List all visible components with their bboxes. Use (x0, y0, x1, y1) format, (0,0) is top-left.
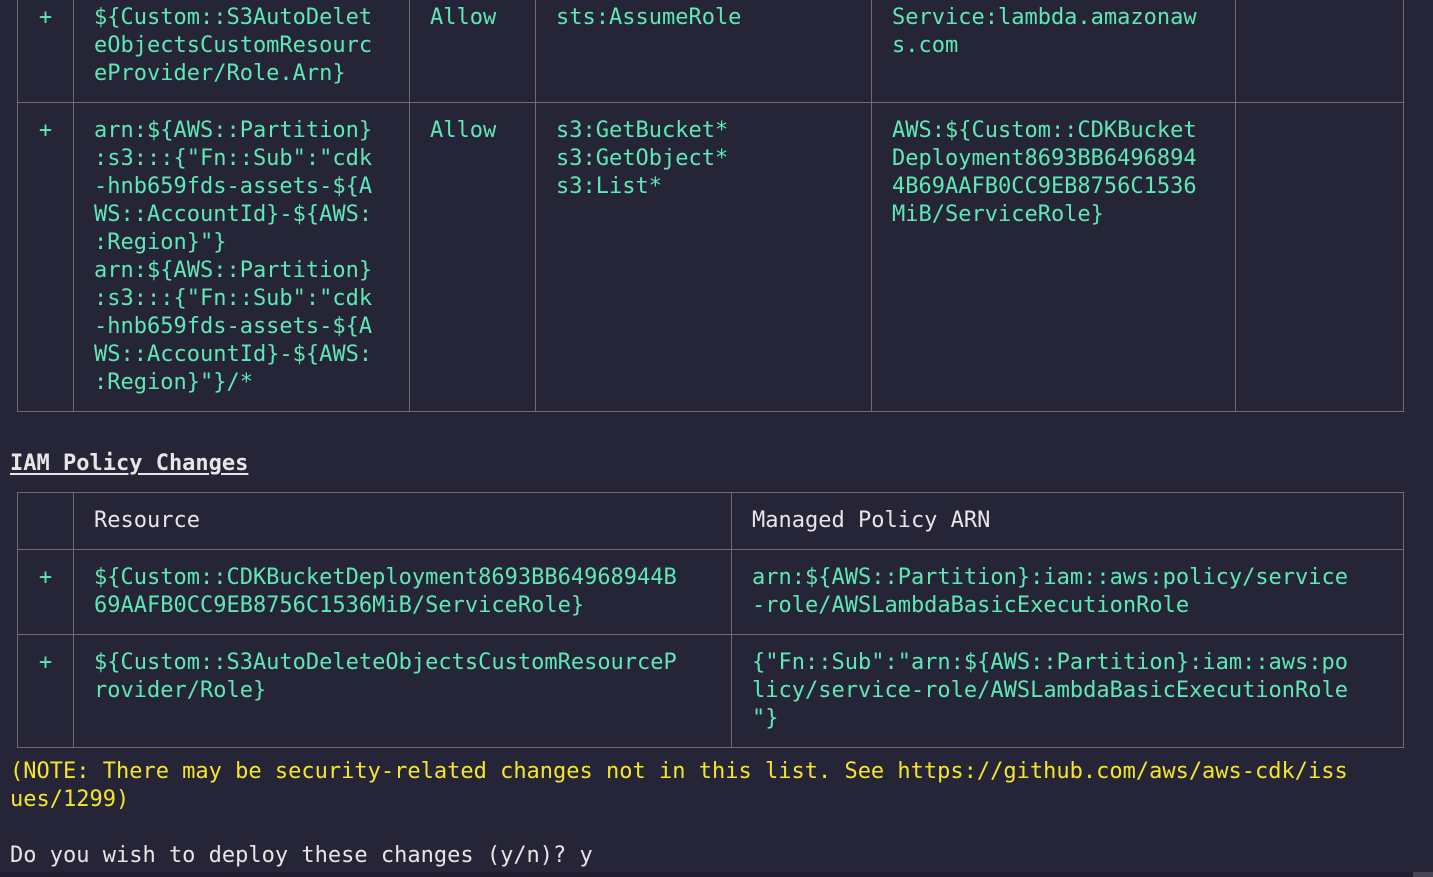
table-header-row: Resource Managed Policy ARN (17, 492, 1404, 550)
prompt-question: Do you wish to deploy these changes (y/n… (10, 843, 580, 868)
header-managed-policy-arn: Managed Policy ARN (731, 492, 1404, 550)
added-sign: + (17, 634, 74, 748)
managed-policy-arn-cell: arn:${AWS::Partition}:iam::aws:policy/se… (731, 549, 1404, 635)
effect-cell: Allow (409, 0, 536, 103)
resource-cell: ${Custom::S3AutoDelet eObjectsCustomReso… (73, 0, 410, 103)
table-row: + ${Custom::S3AutoDelet eObjectsCustomRe… (17, 0, 1404, 103)
added-sign: + (17, 549, 74, 635)
table-row: + ${Custom::S3AutoDeleteObjectsCustomRes… (17, 634, 1404, 748)
managed-policy-arn-cell: {"Fn::Sub":"arn:${AWS::Partition}:iam::a… (731, 634, 1404, 748)
prompt-answer-input[interactable]: y (580, 843, 593, 868)
added-sign: + (17, 0, 74, 103)
iam-policy-changes-table: Resource Managed Policy ARN + ${Custom::… (17, 492, 1404, 748)
resource-cell: arn:${AWS::Partition} :s3:::{"Fn::Sub":"… (73, 102, 410, 412)
condition-cell (1235, 102, 1404, 412)
action-cell: s3:GetBucket* s3:GetObject* s3:List* (535, 102, 872, 412)
header-resource: Resource (73, 492, 732, 550)
security-note: (NOTE: There may be security-related cha… (10, 759, 1348, 812)
horizontal-scrollbar[interactable] (0, 872, 1433, 877)
effect-cell: Allow (409, 102, 536, 412)
deploy-confirmation-prompt[interactable]: Do you wish to deploy these changes (y/n… (10, 842, 593, 870)
resource-cell: ${Custom::S3AutoDeleteObjectsCustomResou… (73, 634, 732, 748)
table-row: + ${Custom::CDKBucketDeployment8693BB649… (17, 549, 1404, 635)
condition-cell (1235, 0, 1404, 103)
action-cell: sts:AssumeRole (535, 0, 872, 103)
scrollbar-thumb[interactable] (1413, 872, 1433, 877)
header-sign (17, 492, 74, 550)
section-heading-iam-policy-changes: IAM Policy Changes (10, 451, 249, 476)
table-row: + arn:${AWS::Partition} :s3:::{"Fn::Sub"… (17, 102, 1404, 412)
principal-cell: Service:lambda.amazonaw s.com (871, 0, 1236, 103)
principal-cell: AWS:${Custom::CDKBucket Deployment8693BB… (871, 102, 1236, 412)
added-sign: + (17, 102, 74, 412)
resource-cell: ${Custom::CDKBucketDeployment8693BB64968… (73, 549, 732, 635)
iam-statement-changes-table: + ${Custom::S3AutoDelet eObjectsCustomRe… (17, 0, 1404, 412)
